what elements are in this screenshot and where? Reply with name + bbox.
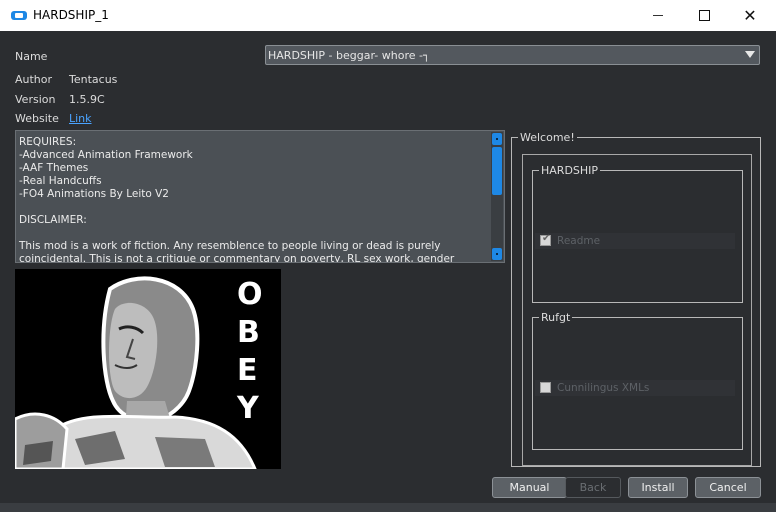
website-label: Website	[15, 112, 59, 125]
welcome-group-title: Welcome!	[518, 131, 577, 144]
minimize-button[interactable]	[635, 0, 681, 31]
title-bar: HARDSHIP_1 ✕	[0, 0, 776, 31]
version-label: Version	[15, 93, 56, 106]
cunnilingus-xmls-checkbox[interactable]: Cunnilingus XMLs	[535, 380, 735, 396]
welcome-inner-frame: HARDSHIP ✔ Readme Rufgt Cunnilingus XMLs	[522, 154, 752, 466]
close-icon: ✕	[743, 5, 757, 25]
window-bottom-edge	[0, 503, 776, 512]
chevron-down-icon	[745, 51, 755, 58]
rufgt-group-title: Rufgt	[539, 311, 573, 324]
name-dropdown[interactable]: HARDSHIP - beggar- whore -┐	[265, 45, 760, 65]
back-button[interactable]: Back	[565, 477, 621, 498]
scroll-up-icon[interactable]	[492, 133, 502, 145]
readme-checkbox[interactable]: ✔ Readme	[535, 233, 735, 249]
cunnilingus-xmls-label: Cunnilingus XMLs	[557, 382, 650, 394]
install-button[interactable]: Install	[628, 477, 688, 498]
obey-letter-b: B	[237, 315, 260, 350]
description-box[interactable]: REQUIRES: -Advanced Animation Framework …	[15, 130, 505, 263]
manual-button[interactable]: Manual	[492, 477, 567, 498]
description-scrollbar[interactable]	[491, 132, 503, 261]
mod-image: O B E Y	[15, 269, 281, 469]
scroll-thumb[interactable]	[492, 147, 502, 195]
welcome-group: Welcome! HARDSHIP ✔ Readme Rufgt Cunnili…	[511, 131, 761, 467]
hardship-group-title: HARDSHIP	[539, 164, 601, 177]
cancel-button[interactable]: Cancel	[695, 477, 761, 498]
website-link[interactable]: Link	[69, 112, 92, 125]
close-button[interactable]: ✕	[727, 0, 773, 31]
rufgt-group: Rufgt Cunnilingus XMLs	[532, 311, 743, 450]
readme-label: Readme	[557, 235, 601, 247]
obey-letter-y: Y	[237, 391, 259, 426]
checkbox-box[interactable]	[540, 382, 551, 393]
app-icon	[11, 11, 27, 20]
scroll-down-icon[interactable]	[492, 248, 502, 260]
obey-letter-e: E	[237, 353, 258, 388]
hardship-group: HARDSHIP ✔ Readme	[532, 164, 743, 303]
description-text: REQUIRES: -Advanced Animation Framework …	[19, 136, 455, 263]
author-value: Tentacus	[69, 73, 118, 86]
checkbox-box[interactable]: ✔	[540, 233, 551, 246]
window-title: HARDSHIP_1	[33, 8, 109, 22]
check-icon: ✔	[542, 233, 551, 244]
minimize-icon	[653, 15, 663, 16]
author-label: Author	[15, 73, 53, 86]
maximize-icon	[698, 10, 710, 21]
version-value: 1.5.9C	[69, 93, 105, 106]
maximize-button[interactable]	[681, 0, 727, 31]
name-label: Name	[15, 50, 48, 63]
name-value: HARDSHIP - beggar- whore -┐	[268, 49, 430, 62]
obey-letter-o: O	[237, 277, 263, 312]
